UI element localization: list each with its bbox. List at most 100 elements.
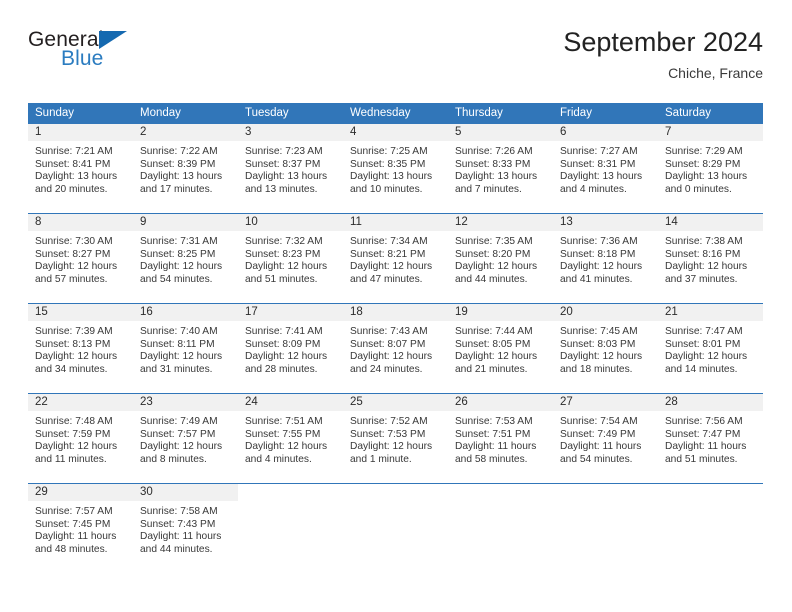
- calendar-page: General Blue September 2024 Chiche, Fran…: [0, 0, 792, 612]
- sunset-text: Sunset: 7:47 PM: [665, 428, 741, 440]
- sunrise-text: Sunrise: 7:45 AM: [560, 326, 638, 337]
- sunrise-text: Sunrise: 7:22 AM: [140, 146, 218, 157]
- day-number: 5: [455, 126, 462, 138]
- day-cell[interactable]: 2 Sunrise: 7:22 AM Sunset: 8:39 PM Daylight…: [133, 124, 238, 213]
- day-number-bar: 17: [238, 304, 343, 321]
- sunrise-text: Sunrise: 7:49 AM: [140, 416, 218, 427]
- daylight-text: Daylight: 12 hours and 28 minutes.: [245, 351, 328, 375]
- day-cell[interactable]: 5 Sunrise: 7:26 AM Sunset: 8:33 PM Daylight…: [448, 124, 553, 213]
- day-info: Sunrise: 7:52 AM Sunset: 7:53 PM Daylight:…: [343, 411, 448, 466]
- sunset-text: Sunset: 8:39 PM: [140, 158, 216, 170]
- day-cell[interactable]: 3 Sunrise: 7:23 AM Sunset: 8:37 PM Daylight…: [238, 124, 343, 213]
- sunset-text: Sunset: 8:13 PM: [35, 338, 111, 350]
- day-cell[interactable]: 10 Sunrise: 7:32 AM Sunset: 8:23 PM Dayligh…: [238, 214, 343, 303]
- week-cells: 8 Sunrise: 7:30 AM Sunset: 8:27 PM Daylight…: [28, 214, 763, 303]
- day-cell[interactable]: 6 Sunrise: 7:27 AM Sunset: 8:31 PM Daylight…: [553, 124, 658, 213]
- day-cell[interactable]: 23 Sunrise: 7:49 AM Sunset: 7:57 PM Dayligh…: [133, 394, 238, 483]
- sunrise-text: Sunrise: 7:43 AM: [350, 326, 428, 337]
- day-cell[interactable]: 7 Sunrise: 7:29 AM Sunset: 8:29 PM Daylight…: [658, 124, 763, 213]
- sunset-text: Sunset: 8:29 PM: [665, 158, 741, 170]
- day-info: Sunrise: 7:47 AM Sunset: 8:01 PM Daylight:…: [658, 321, 763, 376]
- sunrise-text: Sunrise: 7:30 AM: [35, 236, 113, 247]
- weekday-header-monday: Monday: [140, 107, 181, 119]
- daylight-text: Daylight: 12 hours and 31 minutes.: [140, 351, 223, 375]
- day-number-bar: 15: [28, 304, 133, 321]
- day-cell[interactable]: 20 Sunrise: 7:45 AM Sunset: 8:03 PM Dayligh…: [553, 304, 658, 393]
- day-info: [553, 501, 658, 506]
- day-number-bar: 28: [658, 394, 763, 411]
- day-cell[interactable]: 17 Sunrise: 7:41 AM Sunset: 8:09 PM Dayligh…: [238, 304, 343, 393]
- sunrise-text: Sunrise: 7:21 AM: [35, 146, 113, 157]
- day-number-bar: 27: [553, 394, 658, 411]
- day-number-bar: 6: [553, 124, 658, 141]
- day-info: Sunrise: 7:51 AM Sunset: 7:55 PM Daylight:…: [238, 411, 343, 466]
- day-cell[interactable]: 1 Sunrise: 7:21 AM Sunset: 8:41 PM Daylight…: [28, 124, 133, 213]
- day-info: Sunrise: 7:23 AM Sunset: 8:37 PM Daylight:…: [238, 141, 343, 196]
- daylight-text: Daylight: 12 hours and 37 minutes.: [665, 261, 748, 285]
- day-number-bar: [238, 484, 343, 501]
- day-cell[interactable]: 29 Sunrise: 7:57 AM Sunset: 7:45 PM Dayligh…: [28, 484, 133, 573]
- day-cell[interactable]: 26 Sunrise: 7:53 AM Sunset: 7:51 PM Dayligh…: [448, 394, 553, 483]
- day-number: 28: [665, 396, 678, 408]
- day-cell[interactable]: 14 Sunrise: 7:38 AM Sunset: 8:16 PM Dayligh…: [658, 214, 763, 303]
- day-number: 30: [140, 486, 153, 498]
- day-cell[interactable]: 25 Sunrise: 7:52 AM Sunset: 7:53 PM Dayligh…: [343, 394, 448, 483]
- day-number-bar: 7: [658, 124, 763, 141]
- week-cells: 22 Sunrise: 7:48 AM Sunset: 7:59 PM Dayligh…: [28, 394, 763, 483]
- day-info: Sunrise: 7:21 AM Sunset: 8:41 PM Daylight:…: [28, 141, 133, 196]
- daylight-text: Daylight: 11 hours and 58 minutes.: [455, 441, 537, 465]
- sunrise-text: Sunrise: 7:34 AM: [350, 236, 428, 247]
- day-cell[interactable]: 16 Sunrise: 7:40 AM Sunset: 8:11 PM Dayligh…: [133, 304, 238, 393]
- day-cell[interactable]: 30 Sunrise: 7:58 AM Sunset: 7:43 PM Dayligh…: [133, 484, 238, 573]
- brand-logo[interactable]: General Blue: [28, 28, 208, 86]
- day-cell[interactable]: 11 Sunrise: 7:34 AM Sunset: 8:21 PM Dayligh…: [343, 214, 448, 303]
- day-number-bar: 9: [133, 214, 238, 231]
- day-info: Sunrise: 7:26 AM Sunset: 8:33 PM Daylight:…: [448, 141, 553, 196]
- sunset-text: Sunset: 7:51 PM: [455, 428, 531, 440]
- day-cell[interactable]: 28 Sunrise: 7:56 AM Sunset: 7:47 PM Dayligh…: [658, 394, 763, 483]
- daylight-text: Daylight: 13 hours and 0 minutes.: [665, 171, 748, 195]
- day-info: Sunrise: 7:56 AM Sunset: 7:47 PM Daylight:…: [658, 411, 763, 466]
- day-cell[interactable]: 19 Sunrise: 7:44 AM Sunset: 8:05 PM Dayligh…: [448, 304, 553, 393]
- day-number: 29: [35, 486, 48, 498]
- day-cell[interactable]: 18 Sunrise: 7:43 AM Sunset: 8:07 PM Dayligh…: [343, 304, 448, 393]
- sunrise-text: Sunrise: 7:32 AM: [245, 236, 323, 247]
- day-cell[interactable]: 24 Sunrise: 7:51 AM Sunset: 7:55 PM Dayligh…: [238, 394, 343, 483]
- day-number: 22: [35, 396, 48, 408]
- day-number-bar: 24: [238, 394, 343, 411]
- day-info: Sunrise: 7:39 AM Sunset: 8:13 PM Daylight:…: [28, 321, 133, 376]
- sunrise-text: Sunrise: 7:53 AM: [455, 416, 533, 427]
- day-cell[interactable]: 13 Sunrise: 7:36 AM Sunset: 8:18 PM Dayligh…: [553, 214, 658, 303]
- day-number: 21: [665, 306, 678, 318]
- daylight-text: Daylight: 13 hours and 7 minutes.: [455, 171, 538, 195]
- sunset-text: Sunset: 8:05 PM: [455, 338, 531, 350]
- day-cell[interactable]: 12 Sunrise: 7:35 AM Sunset: 8:20 PM Dayligh…: [448, 214, 553, 303]
- day-cell[interactable]: 21 Sunrise: 7:47 AM Sunset: 8:01 PM Dayligh…: [658, 304, 763, 393]
- day-number: 4: [350, 126, 357, 138]
- daylight-text: Daylight: 13 hours and 20 minutes.: [35, 171, 118, 195]
- weekday-header-row: Sunday Monday Tuesday Wednesday Thursday…: [28, 103, 763, 124]
- day-number: 19: [455, 306, 468, 318]
- sunset-text: Sunset: 8:25 PM: [140, 248, 216, 260]
- day-number: 16: [140, 306, 153, 318]
- daylight-text: Daylight: 12 hours and 54 minutes.: [140, 261, 223, 285]
- day-cell[interactable]: 4 Sunrise: 7:25 AM Sunset: 8:35 PM Daylight…: [343, 124, 448, 213]
- sunrise-text: Sunrise: 7:56 AM: [665, 416, 743, 427]
- day-cell[interactable]: 15 Sunrise: 7:39 AM Sunset: 8:13 PM Dayligh…: [28, 304, 133, 393]
- daylight-text: Daylight: 12 hours and 11 minutes.: [35, 441, 118, 465]
- daylight-text: Daylight: 12 hours and 34 minutes.: [35, 351, 118, 375]
- day-number: 15: [35, 306, 48, 318]
- sunset-text: Sunset: 8:20 PM: [455, 248, 531, 260]
- sunset-text: Sunset: 8:35 PM: [350, 158, 426, 170]
- day-number: 10: [245, 216, 258, 228]
- day-info: [238, 501, 343, 506]
- day-cell-empty: [448, 484, 553, 573]
- day-cell[interactable]: 27 Sunrise: 7:54 AM Sunset: 7:49 PM Dayligh…: [553, 394, 658, 483]
- day-info: Sunrise: 7:22 AM Sunset: 8:39 PM Daylight:…: [133, 141, 238, 196]
- day-cell[interactable]: 9 Sunrise: 7:31 AM Sunset: 8:25 PM Daylight…: [133, 214, 238, 303]
- day-cell[interactable]: 8 Sunrise: 7:30 AM Sunset: 8:27 PM Daylight…: [28, 214, 133, 303]
- day-number-bar: [448, 484, 553, 501]
- sunset-text: Sunset: 7:43 PM: [140, 518, 216, 530]
- day-cell[interactable]: 22 Sunrise: 7:48 AM Sunset: 7:59 PM Dayligh…: [28, 394, 133, 483]
- day-number: 23: [140, 396, 153, 408]
